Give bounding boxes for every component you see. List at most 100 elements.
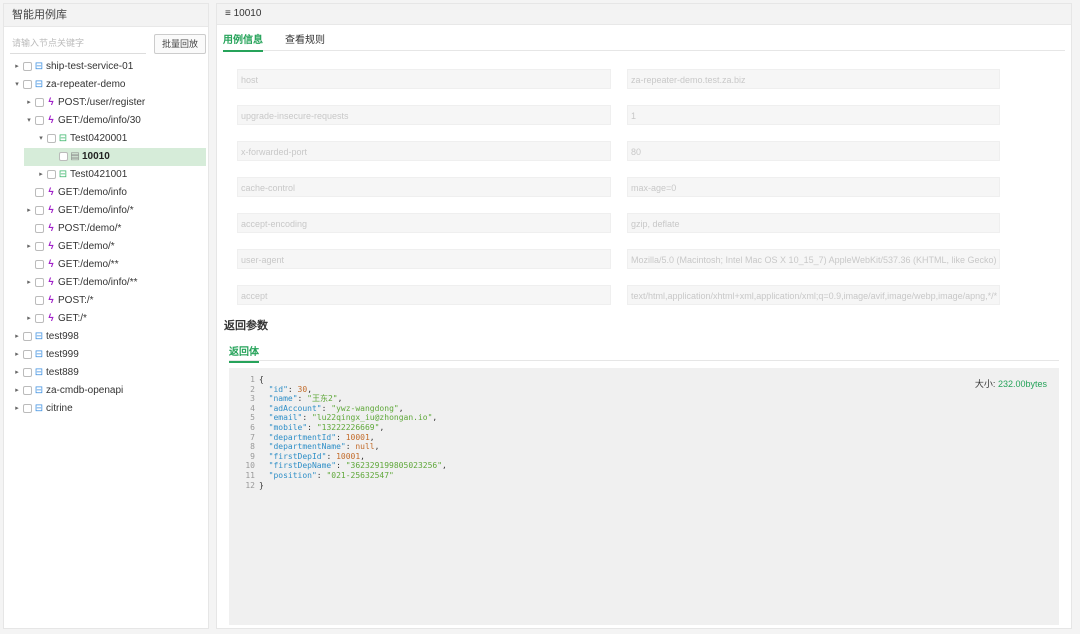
tree-node[interactable]: ▤ 10010	[4, 148, 208, 166]
library-icon: ⊟	[34, 331, 44, 342]
caret-right-icon[interactable]: ▸	[25, 274, 33, 292]
tree-node-label: GET:/demo/*	[58, 241, 115, 252]
code-line: 3 "name": "王东2",	[229, 394, 1059, 404]
tree-node[interactable]: ▾ ⊟ Test0420001	[4, 130, 208, 148]
tree-node-label: ship-test-service-01	[46, 61, 134, 72]
tree-node[interactable]: ▸ ϟ GET:/*	[4, 310, 208, 328]
tree-node[interactable]: ▸ ϟ GET:/demo/*	[4, 238, 208, 256]
tree-node[interactable]: ϟ GET:/demo/info	[4, 184, 208, 202]
node-checkbox[interactable]	[23, 350, 32, 359]
node-checkbox[interactable]	[23, 80, 32, 89]
tree-node-label: GET:/demo/**	[58, 259, 119, 270]
tree-node[interactable]: ▸ ⊟ citrine	[4, 400, 208, 418]
node-checkbox[interactable]	[23, 368, 32, 377]
tree-node[interactable]: ▸ ⊟ test998	[4, 328, 208, 346]
caret-right-icon[interactable]: ▸	[25, 94, 33, 112]
tab-view-rules[interactable]: 查看规则	[285, 31, 325, 50]
tree-node-label: GET:/demo/info	[58, 187, 127, 198]
library-icon: ⊟	[34, 79, 44, 90]
caret-right-icon[interactable]: ▸	[13, 364, 21, 382]
tree-node[interactable]: ▾ ⊟ za-repeater-demo	[4, 76, 208, 94]
code-text: "email": "lu22qingx_iu@zhongan.io",	[259, 413, 438, 423]
caret-down-icon[interactable]: ▾	[25, 112, 33, 130]
header-value: gzip, deflate	[627, 213, 1000, 233]
caret-down-icon[interactable]: ▾	[37, 130, 45, 148]
code-token: ,	[379, 422, 385, 432]
caret-right-icon[interactable]: ▸	[25, 310, 33, 328]
line-number: 12	[245, 480, 255, 490]
node-search-input[interactable]	[10, 33, 146, 54]
node-checkbox[interactable]	[35, 188, 44, 197]
tree-node[interactable]: ▸ ⊟ Test0421001	[4, 166, 208, 184]
batch-replay-button[interactable]: 批量回放	[154, 34, 206, 54]
caret-right-icon[interactable]: ▸	[13, 400, 21, 418]
code-token: "email"	[259, 413, 303, 423]
response-body-viewer[interactable]: 1{2 "id": 30, 3 "name": "王东2", 4 "adAccoun…	[229, 368, 1059, 625]
node-checkbox[interactable]	[59, 152, 68, 161]
node-checkbox[interactable]	[35, 296, 44, 305]
line-number: 2	[250, 384, 255, 394]
case-detail-panel: ≡ 10010 用例信息 查看规则 host za-repeater-demo.t…	[216, 3, 1072, 629]
header-row: user-agent Mozilla/5.0 (Macintosh; Intel …	[237, 249, 1007, 269]
tree-node[interactable]: ▸ ⊟ test999	[4, 346, 208, 364]
code-token: 30	[297, 384, 308, 394]
document-icon: ▤	[70, 151, 80, 162]
code-token: :	[326, 451, 337, 461]
node-checkbox[interactable]	[23, 332, 32, 341]
tree-node[interactable]: ▸ ⊟ test889	[4, 364, 208, 382]
code-token: }	[259, 480, 264, 490]
bolt-icon: ϟ	[48, 313, 54, 324]
code-token: "021-25632547"	[326, 470, 394, 480]
node-checkbox[interactable]	[35, 206, 44, 215]
node-checkbox[interactable]	[35, 278, 44, 287]
line-number: 8	[250, 442, 255, 452]
node-checkbox[interactable]	[35, 98, 44, 107]
node-checkbox[interactable]	[47, 134, 56, 143]
code-token: "firstDepId"	[259, 451, 327, 461]
library-icon: ⊟	[34, 61, 44, 72]
node-checkbox[interactable]	[35, 224, 44, 233]
caret-right-icon[interactable]: ▸	[25, 238, 33, 256]
line-number: 11	[245, 470, 255, 480]
node-checkbox[interactable]	[35, 260, 44, 269]
node-checkbox[interactable]	[23, 404, 32, 413]
node-checkbox[interactable]	[23, 62, 32, 71]
caret-right-icon[interactable]: ▸	[13, 58, 21, 76]
tree-node-label: GET:/demo/info/**	[58, 277, 138, 288]
node-checkbox[interactable]	[35, 242, 44, 251]
tab-case-info[interactable]: 用例信息	[223, 31, 263, 52]
node-checkbox[interactable]	[35, 116, 44, 125]
code-text: "id": 30,	[259, 385, 312, 395]
tree-node[interactable]: ▸ ϟ POST:/user/register	[4, 94, 208, 112]
code-line: 11 "position": "021-25632547"	[229, 471, 1059, 481]
size-label: 大小:	[974, 379, 996, 389]
tab-response-body[interactable]: 返回体	[229, 343, 259, 363]
menu-icon: ≡	[225, 8, 231, 19]
tree-node[interactable]: ϟ POST:/demo/*	[4, 220, 208, 238]
code-line: 4 "adAccount": "ywz-wangdong",	[229, 404, 1059, 414]
node-checkbox[interactable]	[23, 386, 32, 395]
tree-node[interactable]: ϟ GET:/demo/**	[4, 256, 208, 274]
tree-node[interactable]: ▾ ϟ GET:/demo/info/30	[4, 112, 208, 130]
caret-down-icon[interactable]: ▾	[13, 76, 21, 94]
code-text: "departmentName": null,	[259, 442, 380, 452]
node-checkbox[interactable]	[35, 314, 44, 323]
caret-right-icon[interactable]: ▸	[25, 202, 33, 220]
tree-node[interactable]: ▸ ⊟ za-cmdb-openapi	[4, 382, 208, 400]
caret-right-icon[interactable]: ▸	[37, 166, 45, 184]
tree-node[interactable]: ▸ ⊟ ship-test-service-01	[4, 58, 208, 76]
caret-right-icon[interactable]: ▸	[13, 346, 21, 364]
caret-right-icon[interactable]: ▸	[13, 328, 21, 346]
header-key: host	[237, 69, 611, 89]
header-row: cache-control max-age=0	[237, 177, 1007, 197]
tree-node[interactable]: ▸ ϟ GET:/demo/info/*	[4, 202, 208, 220]
code-token: ,	[398, 403, 404, 413]
tree-node[interactable]: ϟ POST:/*	[4, 292, 208, 310]
line-number: 6	[250, 422, 255, 432]
case-library-panel: 智能用例库 批量回放 ▸⊟ship-test-service-01▾⊟za-re…	[3, 3, 209, 629]
tree-node[interactable]: ▸ ϟ GET:/demo/info/**	[4, 274, 208, 292]
code-token: ,	[374, 442, 380, 452]
node-checkbox[interactable]	[47, 170, 56, 179]
caret-right-icon[interactable]: ▸	[13, 382, 21, 400]
bolt-icon: ϟ	[48, 115, 54, 126]
